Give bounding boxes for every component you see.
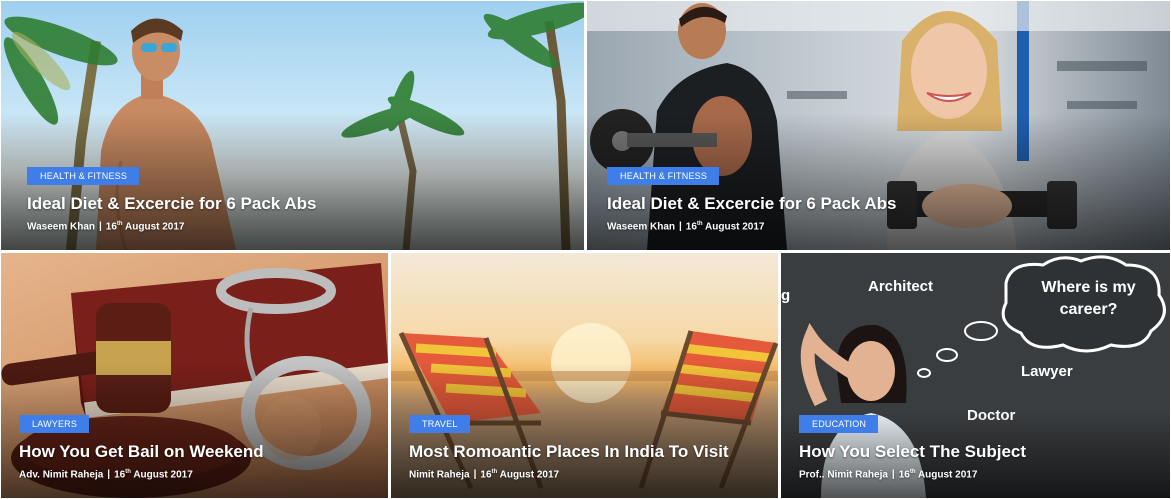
category-badge[interactable]: EDUCATION — [799, 414, 879, 433]
date-rest: August 2017 — [125, 221, 185, 232]
author-name[interactable]: Waseem Khan — [27, 221, 95, 232]
author-name[interactable]: Prof.. Nimit Raheja — [799, 469, 888, 480]
chalk-word-architect: Architect — [868, 278, 934, 295]
article-title[interactable]: Most Romoantic Places In India To Visit — [409, 442, 758, 462]
article-title[interactable]: How You Select The Subject — [799, 442, 1150, 462]
meta-separator: | — [891, 469, 895, 480]
date-rest: August 2017 — [705, 221, 765, 232]
article-meta: Adv. Nimit Raheja | 16th August 2017 — [19, 469, 368, 480]
category-badge[interactable]: TRAVEL — [409, 414, 470, 433]
date-day: 16 — [898, 469, 910, 480]
card-info: HEALTH & FITNESS Ideal Diet & Excercie f… — [607, 166, 1150, 232]
category-badge[interactable]: HEALTH & FITNESS — [27, 166, 140, 185]
chalk-word-fragment: g — [781, 287, 791, 304]
category-badge[interactable]: LAWYERS — [19, 414, 90, 433]
article-title[interactable]: Ideal Diet & Excercie for 6 Pack Abs — [607, 194, 1150, 214]
article-meta: Prof.. Nimit Raheja | 16th August 2017 — [799, 469, 1150, 480]
meta-separator: | — [678, 221, 682, 232]
meta-separator: | — [98, 221, 102, 232]
card-info: TRAVEL Most Romoantic Places In India To… — [409, 414, 758, 480]
card-info: HEALTH & FITNESS Ideal Diet & Excercie f… — [27, 166, 564, 232]
chalk-word-lawyer: Lawyer — [1021, 363, 1073, 380]
date-day: 16 — [114, 469, 126, 480]
article-meta: Waseem Khan | 16th August 2017 — [27, 221, 564, 232]
date-rest: August 2017 — [917, 469, 978, 480]
article-card-education[interactable]: Architect Lawyer Doctor g Where is my ca… — [781, 253, 1170, 498]
meta-separator: | — [473, 469, 477, 480]
article-meta: Nimit Raheja | 16th August 2017 — [409, 469, 758, 480]
card-info: LAWYERS How You Get Bail on Weekend Adv.… — [19, 414, 368, 480]
article-title[interactable]: Ideal Diet & Excercie for 6 Pack Abs — [27, 194, 564, 214]
card-info: EDUCATION How You Select The Subject Pro… — [799, 414, 1150, 480]
meta-separator: | — [107, 469, 111, 480]
article-card-diet-beach[interactable]: HEALTH & FITNESS Ideal Diet & Excercie f… — [1, 1, 584, 250]
article-card-travel[interactable]: TRAVEL Most Romoantic Places In India To… — [391, 253, 778, 498]
article-card-diet-gym[interactable]: HEALTH & FITNESS Ideal Diet & Excercie f… — [587, 1, 1170, 250]
article-title[interactable]: How You Get Bail on Weekend — [19, 442, 368, 462]
category-badge[interactable]: HEALTH & FITNESS — [607, 166, 720, 185]
date-suffix: th — [491, 468, 498, 475]
date-suffix: th — [125, 468, 131, 475]
article-card-bail[interactable]: LAWYERS How You Get Bail on Weekend Adv.… — [1, 253, 388, 498]
date-suffix: th — [909, 468, 916, 475]
date-day: 16 — [105, 221, 117, 232]
date-rest: August 2017 — [133, 469, 193, 480]
author-name[interactable]: Nimit Raheja — [409, 469, 470, 480]
date-day: 16 — [480, 469, 492, 480]
author-name[interactable]: Waseem Khan — [607, 221, 675, 232]
thought-bubble-text: Where is my career? — [1041, 279, 1136, 318]
author-name[interactable]: Adv. Nimit Raheja — [19, 469, 103, 480]
date-suffix: th — [696, 220, 703, 227]
article-meta: Waseem Khan | 16th August 2017 — [607, 221, 1150, 232]
date-rest: August 2017 — [499, 469, 560, 480]
date-suffix: th — [116, 220, 123, 227]
date-day: 16 — [685, 221, 697, 232]
